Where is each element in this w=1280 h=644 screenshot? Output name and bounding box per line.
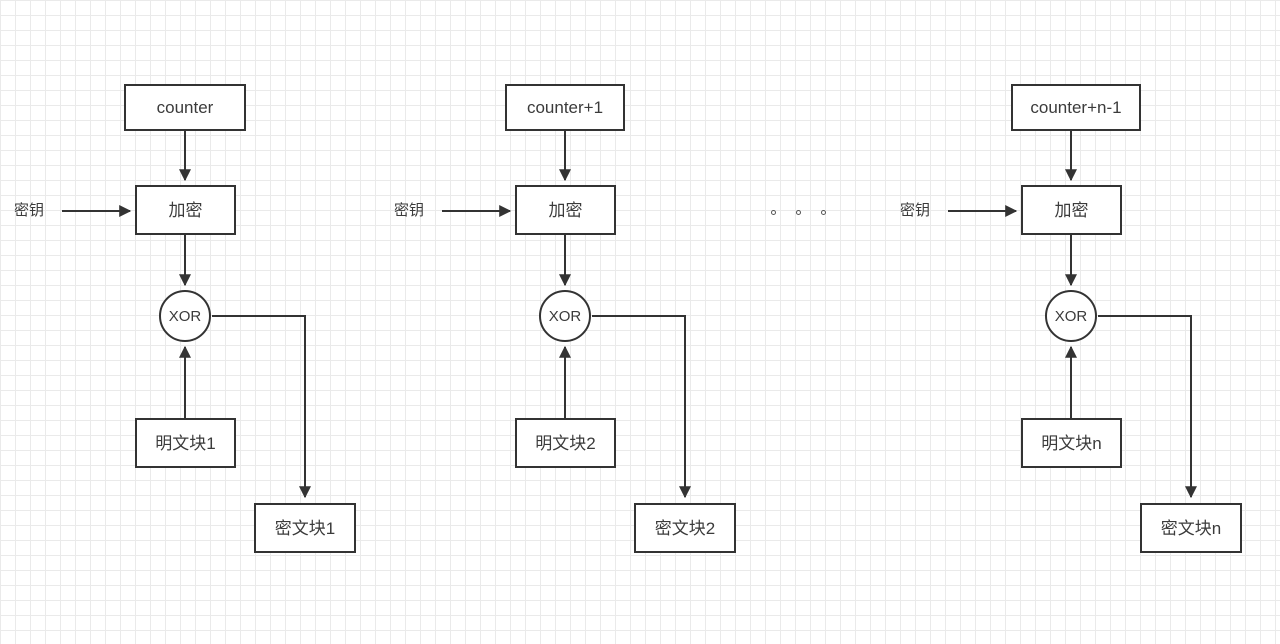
edge-xor-to-ciphertext-1	[212, 315, 311, 499]
ciphertext-box-n[interactable]: 密文块n	[1140, 503, 1242, 553]
xor-label-2: XOR	[548, 307, 582, 325]
ellipsis-dot-2	[796, 210, 801, 215]
counter-box-n[interactable]: counter+n-1	[1011, 84, 1141, 131]
plaintext-box-1[interactable]: 明文块1	[135, 418, 236, 468]
encrypt-box-1[interactable]: 加密	[135, 185, 236, 235]
key-label-1: 密钥	[14, 202, 45, 219]
counter-label-n: counter+n-1	[1030, 98, 1122, 117]
xor-label-n: XOR	[1054, 307, 1088, 325]
ciphertext-label-2: 密文块2	[654, 518, 716, 538]
plaintext-label-1: 明文块1	[155, 433, 216, 453]
xor-label-1: XOR	[168, 307, 202, 325]
key-label-n: 密钥	[900, 202, 931, 219]
key-label-2: 密钥	[394, 202, 425, 219]
ciphertext-label-n: 密文块n	[1160, 518, 1222, 538]
xor-node-1[interactable]: XOR	[159, 290, 211, 342]
plaintext-box-n[interactable]: 明文块n	[1021, 418, 1122, 468]
encrypt-label-2: 加密	[548, 200, 583, 220]
edge-xor-to-ciphertext-n	[1098, 315, 1197, 499]
ellipsis-dot-3	[821, 210, 826, 215]
ciphertext-box-1[interactable]: 密文块1	[254, 503, 356, 553]
plaintext-label-2: 明文块2	[535, 433, 596, 453]
horizontal-ellipsis	[771, 210, 826, 215]
plaintext-box-2[interactable]: 明文块2	[515, 418, 616, 468]
encrypt-label-n: 加密	[1054, 200, 1089, 220]
edge-xor-to-ciphertext-2	[592, 315, 691, 499]
xor-node-n[interactable]: XOR	[1045, 290, 1097, 342]
ellipsis-dot-1	[771, 210, 776, 215]
encrypt-label-1: 加密	[168, 200, 203, 220]
counter-label-2: counter+1	[526, 98, 604, 117]
counter-box-1[interactable]: counter	[124, 84, 246, 131]
counter-box-2[interactable]: counter+1	[505, 84, 625, 131]
encrypt-box-2[interactable]: 加密	[515, 185, 616, 235]
counter-label-1: counter	[156, 98, 214, 117]
plaintext-label-n: 明文块n	[1041, 433, 1102, 453]
xor-node-2[interactable]: XOR	[539, 290, 591, 342]
ciphertext-box-2[interactable]: 密文块2	[634, 503, 736, 553]
encrypt-box-n[interactable]: 加密	[1021, 185, 1122, 235]
ciphertext-label-1: 密文块1	[274, 518, 336, 538]
diagram-canvas: counter 密钥 加密 XOR 明文块1 密文块1 counter+1 密钥…	[0, 0, 1280, 644]
